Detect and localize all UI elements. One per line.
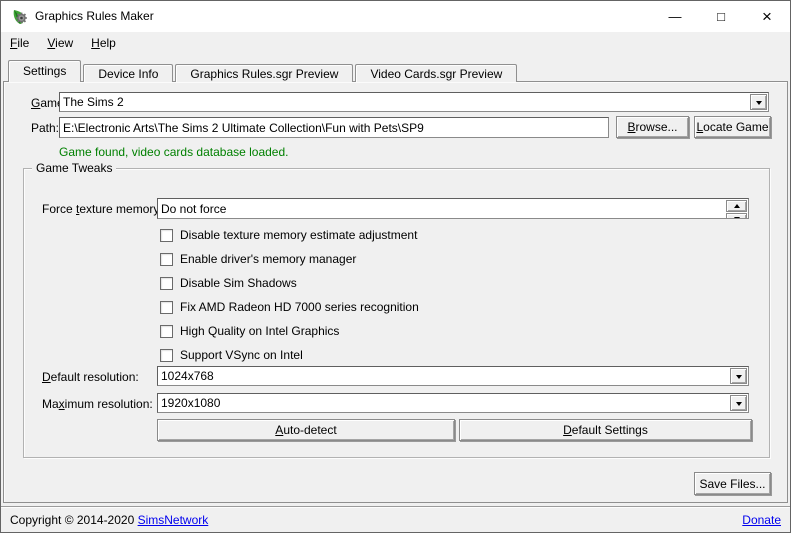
chevron-down-icon [736,375,742,382]
spin-down-button[interactable] [726,213,747,219]
disable-sim-shadows-checkbox[interactable] [160,277,173,290]
checkbox-row[interactable]: Disable Sim Shadows [160,275,297,291]
gear-icon [16,13,27,24]
triangle-down-icon [734,217,740,219]
menu-help[interactable]: Help [82,32,125,54]
force-texture-memory-spinner [726,200,747,217]
high-quality-intel-checkbox[interactable] [160,325,173,338]
maximum-resolution-dropdown-button[interactable] [730,395,747,411]
chevron-down-icon [736,402,742,409]
support-vsync-intel-checkbox[interactable] [160,349,173,362]
game-combobox[interactable]: The Sims 2 [59,92,769,112]
tab-settings[interactable]: Settings [8,60,81,82]
default-resolution-dropdown-button[interactable] [730,368,747,384]
locate-game-button[interactable]: Locate Game [694,116,771,138]
checkbox-row[interactable]: High Quality on Intel Graphics [160,323,339,339]
game-tweaks-groupbox: Game Tweaks Force texture memory: Disabl… [23,168,770,458]
app-icon [11,8,29,26]
default-resolution-label: Default resolution: [42,370,139,384]
checkbox-row[interactable]: Disable texture memory estimate adjustme… [160,227,417,243]
menu-view[interactable]: View [38,32,82,54]
status-bar: Copyright © 2014-2020 SimsNetwork Donate [1,506,790,532]
enable-driver-memory-manager-checkbox[interactable] [160,253,173,266]
window-title: Graphics Rules Maker [35,1,154,32]
path-field[interactable] [59,117,609,138]
browse-button[interactable]: Browse... [616,116,689,138]
minimize-icon: — [669,9,682,24]
checkbox-row[interactable]: Enable driver's memory manager [160,251,356,267]
game-status-message: Game found, video cards database loaded. [59,145,289,159]
disable-texture-estimate-checkbox[interactable] [160,229,173,242]
app-window: Graphics Rules Maker — □ × File View Hel… [0,0,791,533]
checkbox-row[interactable]: Fix AMD Radeon HD 7000 series recognitio… [160,299,419,315]
tab-strip: Settings Device Info Graphics Rules.sgr … [8,60,519,82]
settings-panel: Game: The Sims 2 Path: Browse... Locate … [3,81,788,503]
menu-bar: File View Help [1,32,790,54]
default-resolution-value: 1024x768 [161,369,214,383]
donate-link[interactable]: Donate [742,513,781,527]
game-combobox-value: The Sims 2 [63,95,124,109]
path-label: Path: [31,121,59,135]
tab-graphics-rules-preview[interactable]: Graphics Rules.sgr Preview [175,64,353,82]
copyright-text: Copyright © 2014-2020 SimsNetwork [10,513,208,527]
game-tweaks-title: Game Tweaks [32,161,116,175]
triangle-up-icon [734,201,740,208]
path-input[interactable] [63,118,605,137]
tab-device-info[interactable]: Device Info [83,64,173,82]
chevron-down-icon [756,101,762,108]
title-bar: Graphics Rules Maker — □ × [1,1,790,32]
close-icon: × [762,7,772,27]
force-texture-memory-input[interactable] [161,199,745,218]
fix-amd-radeon-checkbox[interactable] [160,301,173,314]
tab-video-cards-preview[interactable]: Video Cards.sgr Preview [355,64,517,82]
maximum-resolution-label: Maximum resolution: [42,397,153,411]
maximum-resolution-combobox[interactable]: 1920x1080 [157,393,749,413]
auto-detect-button[interactable]: Auto-detect [157,419,455,441]
default-settings-button[interactable]: Default Settings [459,419,752,441]
game-combobox-dropdown-button[interactable] [750,94,767,110]
save-files-button[interactable]: Save Files... [694,472,771,495]
maximize-button[interactable]: □ [698,1,744,32]
checkbox-row[interactable]: Support VSync on Intel [160,347,303,363]
force-texture-memory-label: Force texture memory: [42,202,163,216]
default-resolution-combobox[interactable]: 1024x768 [157,366,749,386]
maximum-resolution-value: 1920x1080 [161,396,220,410]
simsnetwork-link[interactable]: SimsNetwork [138,513,209,527]
minimize-button[interactable]: — [652,1,698,32]
spin-up-button[interactable] [726,200,747,212]
force-texture-memory-spinbox[interactable] [157,198,749,219]
maximize-icon: □ [717,9,725,24]
menu-file[interactable]: File [1,32,38,54]
close-button[interactable]: × [744,1,790,32]
